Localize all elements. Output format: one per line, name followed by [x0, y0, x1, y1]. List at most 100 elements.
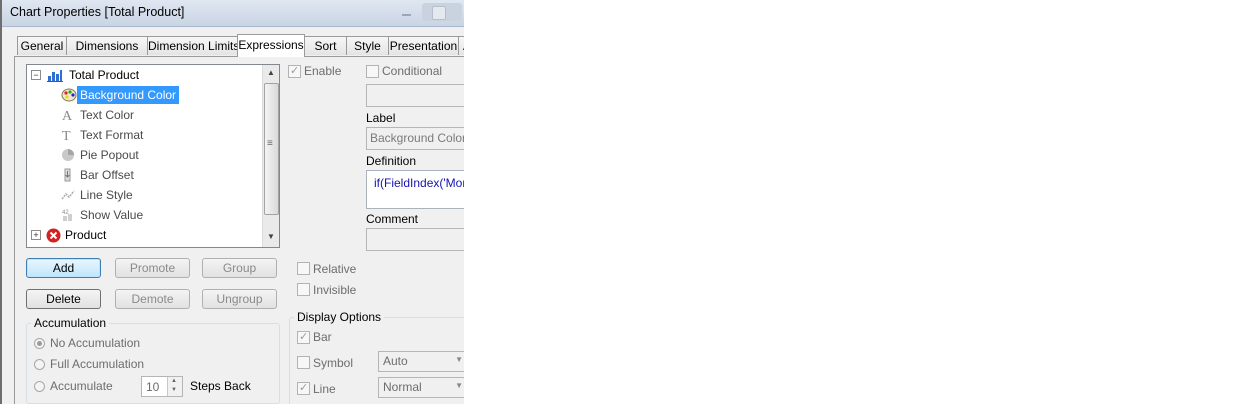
- tree-item-text-format[interactable]: T Text Format: [61, 126, 201, 144]
- pie-icon: [62, 149, 74, 161]
- show-value-icon: 42: [62, 210, 72, 221]
- bar-offset-icon: [64, 168, 71, 182]
- spin-down-icon[interactable]: ▼: [171, 387, 177, 393]
- palette-icon: [61, 88, 77, 102]
- tree-item-show-value[interactable]: 42 Show Value: [61, 206, 201, 224]
- tab-general[interactable]: General: [17, 36, 67, 55]
- bar-checkbox[interactable]: [297, 330, 310, 344]
- tree-node-label: Product: [65, 228, 107, 242]
- comment-field[interactable]: [366, 228, 464, 251]
- bar-label: Bar: [313, 330, 332, 344]
- enable-label: Enable: [304, 64, 342, 78]
- steps-back-label: Steps Back: [190, 379, 251, 393]
- accumulate-radio[interactable]: [34, 381, 45, 392]
- steps-value: 10: [146, 380, 160, 394]
- delete-button[interactable]: Delete: [26, 289, 101, 309]
- tab-axes[interactable]: Ax: [458, 36, 464, 55]
- bar-chart-icon: [47, 70, 63, 82]
- label-caption: Label: [366, 111, 396, 125]
- expression-tree[interactable]: − Total Product Background Color A Text …: [26, 64, 280, 248]
- display-options-title: Display Options: [294, 310, 385, 324]
- window-edge: [0, 0, 2, 404]
- collapse-toggle-icon[interactable]: −: [31, 70, 41, 80]
- tab-dimension-limits[interactable]: Dimension Limits: [147, 36, 239, 55]
- line-label: Line: [313, 382, 336, 396]
- symbol-label: Symbol: [313, 356, 354, 370]
- tab-expressions[interactable]: Expressions: [237, 34, 305, 57]
- tab-presentation[interactable]: Presentation: [388, 36, 459, 55]
- tree-scrollbar[interactable]: ▲ ▼: [262, 65, 279, 247]
- invisible-label: Invisible: [313, 283, 357, 297]
- enable-checkbox[interactable]: [288, 64, 301, 78]
- symbol-dropdown[interactable]: Auto ▼: [378, 351, 464, 372]
- comment-caption: Comment: [366, 212, 419, 226]
- close-button[interactable]: [422, 3, 462, 21]
- no-accumulation-radio[interactable]: [34, 338, 45, 349]
- demote-button[interactable]: Demote: [115, 289, 190, 309]
- tree-item-label: Line Style: [80, 188, 133, 202]
- tree-item-label: Show Value: [80, 208, 144, 222]
- line-style-dropdown[interactable]: Normal ▼: [378, 377, 464, 398]
- definition-field[interactable]: if(FieldIndex('Mon: [366, 170, 464, 209]
- error-x-icon: [46, 228, 61, 243]
- line-style-dropdown-value: Normal: [383, 380, 422, 394]
- symbol-checkbox[interactable]: [297, 356, 310, 369]
- label-field-value: Background Color: [370, 131, 464, 145]
- tree-item-label: Background Color: [77, 86, 180, 104]
- invisible-checkbox[interactable]: [297, 283, 310, 296]
- tree-item-bar-offset[interactable]: Bar Offset: [61, 166, 201, 184]
- tree-item-line-style[interactable]: Line Style: [61, 186, 201, 204]
- full-accumulation-radio[interactable]: [34, 359, 45, 370]
- scroll-thumb[interactable]: [264, 83, 279, 215]
- text-t-icon: T: [62, 129, 71, 142]
- chart-properties-dialog: Chart Properties [Total Product] General…: [0, 0, 464, 404]
- accumulate-label: Accumulate: [50, 379, 113, 393]
- scroll-down-icon[interactable]: ▼: [263, 229, 279, 245]
- conditional-field[interactable]: [366, 84, 464, 107]
- ungroup-button[interactable]: Ungroup: [202, 289, 277, 309]
- steps-back-stepper[interactable]: 10 ▲ ▼: [141, 376, 183, 397]
- minimize-button[interactable]: [398, 3, 416, 21]
- tree-item-background-color[interactable]: Background Color: [61, 86, 221, 104]
- relative-checkbox[interactable]: [297, 262, 310, 275]
- spin-up-icon[interactable]: ▲: [171, 378, 177, 384]
- tree-node-label: Total Product: [69, 68, 140, 82]
- definition-caption: Definition: [366, 154, 417, 168]
- tree-item-label: Text Format: [80, 128, 144, 142]
- label-field[interactable]: Background Color: [366, 127, 464, 150]
- relative-label: Relative: [313, 262, 357, 276]
- add-button[interactable]: Add: [26, 258, 101, 278]
- tree-item-label: Text Color: [80, 108, 135, 122]
- title-bar[interactable]: Chart Properties [Total Product]: [2, 0, 464, 27]
- tab-dimensions[interactable]: Dimensions: [66, 36, 148, 55]
- expand-toggle-icon[interactable]: +: [31, 230, 41, 240]
- full-accumulation-label: Full Accumulation: [50, 357, 145, 371]
- conditional-label: Conditional: [382, 64, 443, 78]
- window-title: Chart Properties [Total Product]: [10, 5, 185, 19]
- tree-node-total-product[interactable]: − Total Product: [31, 66, 251, 84]
- promote-button[interactable]: Promote: [115, 258, 190, 278]
- text-a-icon: A: [62, 109, 73, 122]
- scroll-up-icon[interactable]: ▲: [263, 65, 279, 81]
- tab-style[interactable]: Style: [346, 36, 389, 55]
- spin-arrows[interactable]: ▲ ▼: [167, 377, 182, 396]
- accumulation-title: Accumulation: [31, 316, 110, 330]
- chevron-down-icon: ▼: [455, 355, 463, 364]
- chevron-down-icon: ▼: [455, 381, 463, 390]
- tab-sort[interactable]: Sort: [304, 36, 347, 55]
- svg-text:A: A: [62, 109, 73, 122]
- no-accumulation-label: No Accumulation: [50, 336, 141, 350]
- symbol-dropdown-value: Auto: [383, 354, 408, 368]
- tree-item-text-color[interactable]: A Text Color: [61, 106, 201, 124]
- tab-bar: General Dimensions Dimension Limits Expr…: [14, 34, 464, 57]
- tree-item-label: Bar Offset: [80, 168, 134, 182]
- svg-text:T: T: [62, 129, 71, 142]
- line-checkbox[interactable]: [297, 381, 310, 395]
- tree-node-product[interactable]: + Product: [31, 226, 251, 244]
- definition-field-value: if(FieldIndex('Mon: [374, 176, 464, 190]
- group-button[interactable]: Group: [202, 258, 277, 278]
- line-style-icon: [61, 190, 75, 200]
- tree-item-label: Pie Popout: [80, 148, 139, 162]
- tree-item-pie-popout[interactable]: Pie Popout: [61, 146, 201, 164]
- conditional-checkbox[interactable]: [366, 65, 379, 78]
